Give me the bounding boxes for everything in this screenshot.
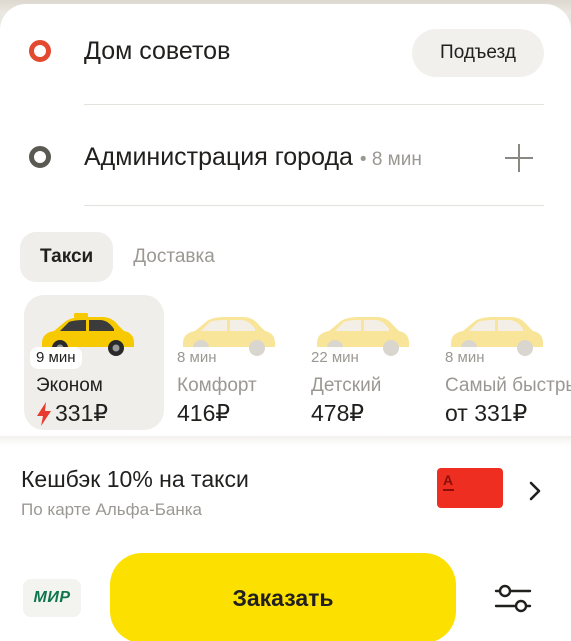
tariff-name: Детский <box>311 375 382 396</box>
tariff-price: 331₽ <box>36 400 108 427</box>
section-shadow <box>0 436 571 446</box>
destination-address[interactable]: Администрация города • 8 мин <box>84 143 422 172</box>
tariff-name: Самый быстрый <box>445 375 571 396</box>
alfa-logo: А <box>443 472 455 491</box>
payment-method-button[interactable]: МИР <box>23 579 81 617</box>
tariff-price-value: 331₽ <box>55 400 109 426</box>
divider <box>84 205 544 206</box>
tariff-name: Эконом <box>36 375 103 396</box>
order-button[interactable]: Заказать <box>110 553 456 641</box>
order-sheet: Дом советов Подъезд Администрация города… <box>0 4 571 641</box>
plus-icon[interactable] <box>503 142 535 174</box>
mir-logo: МИР <box>33 589 71 606</box>
alfa-card-icon: А <box>437 468 503 508</box>
origin-dot-icon <box>29 40 51 62</box>
settings-sliders-icon[interactable] <box>494 582 532 616</box>
tariff-price: 478₽ <box>311 400 365 426</box>
tariff-price: от 331₽ <box>445 400 528 426</box>
cashback-subtitle: По карте Альфа-Банка <box>21 500 202 519</box>
pickup-address[interactable]: Дом советов <box>84 37 230 66</box>
tab-delivery[interactable]: Доставка <box>113 232 235 282</box>
bolt-icon <box>37 401 51 426</box>
tariff-eta: 22 мин <box>305 347 365 369</box>
cashback-banner[interactable]: Кешбэк 10% на такси По карте Альфа-Банка… <box>0 448 571 538</box>
chevron-right-icon <box>529 481 541 501</box>
destination-dot-icon <box>29 146 51 168</box>
entrance-button[interactable]: Подъезд <box>412 29 544 77</box>
tariff-eta: 8 мин <box>171 347 223 369</box>
tab-taxi[interactable]: Такси <box>20 232 114 282</box>
tariff-kids[interactable]: 22 мин Детский 478₽ <box>299 295 439 430</box>
tariff-economy[interactable]: 9 мин Эконом 331₽ <box>24 295 164 430</box>
tariff-eta: 9 мин <box>30 347 82 369</box>
pickup-row[interactable]: Дом советов Подъезд <box>0 4 571 104</box>
tariff-name: Комфорт <box>177 375 257 396</box>
tariff-fastest[interactable]: 8 мин Самый быстрый от 331₽ <box>433 295 571 430</box>
service-tabs: Такси Доставка <box>20 232 235 282</box>
tariff-comfort[interactable]: 8 мин Комфорт 416₽ <box>165 295 305 430</box>
destination-name: Администрация города <box>84 143 353 171</box>
tariff-eta: 8 мин <box>439 347 491 369</box>
tariff-carousel[interactable]: 9 мин Эконом 331₽ 8 мин Комфорт 416₽ 22 … <box>24 295 571 435</box>
tariff-price: 416₽ <box>177 400 231 426</box>
destination-eta: • 8 мин <box>359 149 422 170</box>
destination-row[interactable]: Администрация города • 8 мин <box>0 105 571 205</box>
cashback-title: Кешбэк 10% на такси <box>21 466 249 492</box>
